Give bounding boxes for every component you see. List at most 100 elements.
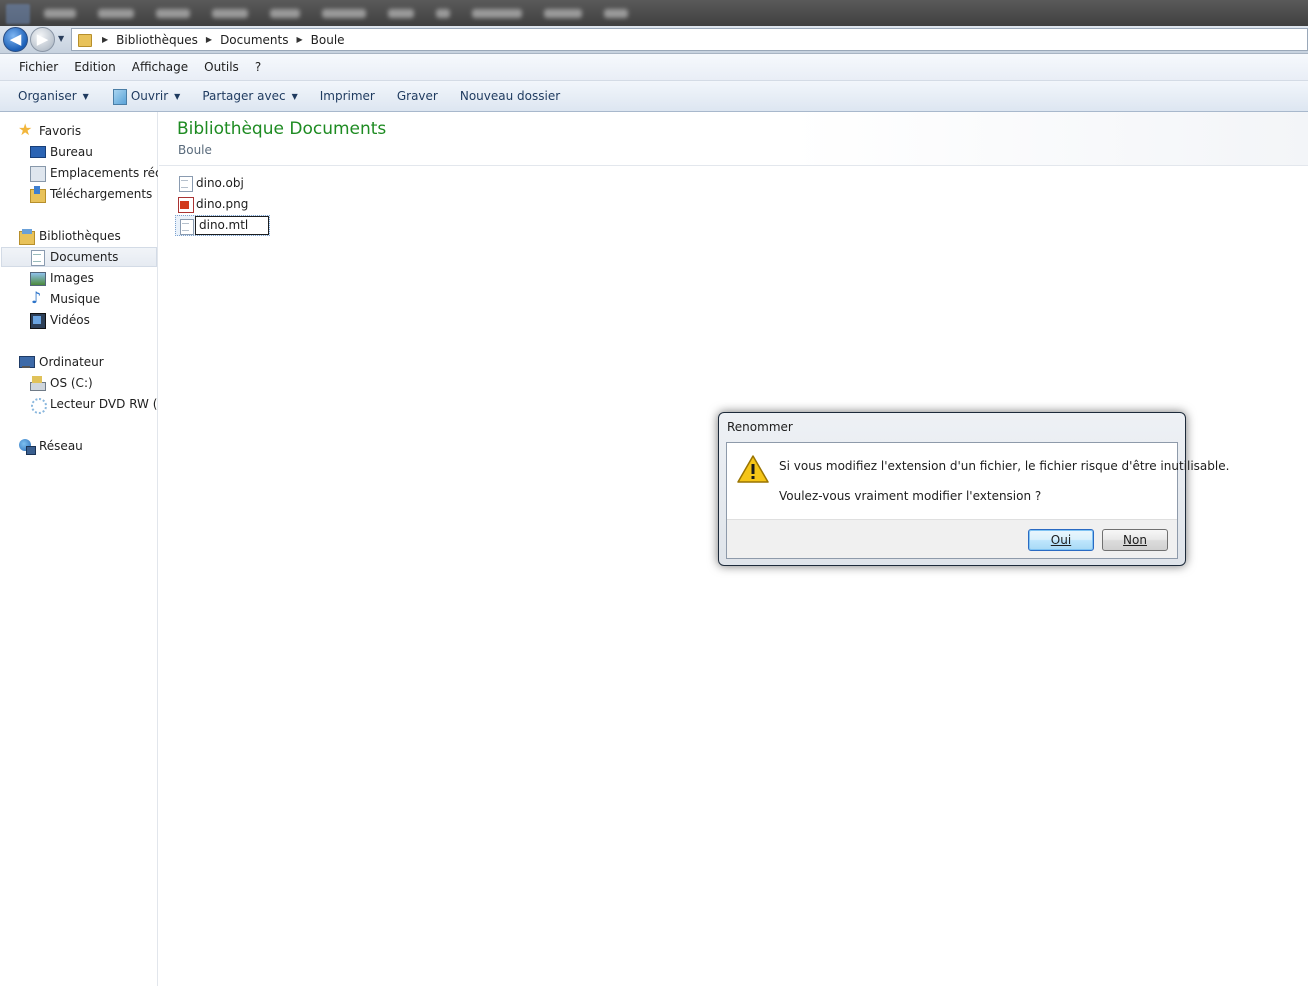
back-button[interactable]: ◀ [3,27,28,52]
sidebar-item-label: Téléchargements [50,187,153,201]
dialog-body: Si vous modifiez l'extension d'un fichie… [726,442,1229,559]
breadcrumb[interactable]: ▶ Bibliothèques ▶ Documents ▶ Boule [71,28,1308,51]
sidebar-item-label: Musique [50,292,101,306]
file-item-dino-png[interactable]: dino.png [177,194,248,214]
chevron-right-icon[interactable]: ▶ [206,35,212,44]
sidebar-item-label: Images [50,271,94,285]
dialog-message-question: Voulez-vous vraiment modifier l'extensio… [779,489,1042,503]
documents-icon [29,249,45,266]
chevron-right-icon[interactable]: ▶ [296,35,302,44]
arrow-right-icon: ▶ [36,30,49,48]
navigation-pane[interactable]: Favoris Bureau Emplacements récents Télé… [0,112,158,986]
sidebar-item-desktop[interactable]: Bureau [29,142,93,162]
sidebar-item-label: Vidéos [50,313,90,327]
sidebar-item-recent-places[interactable]: Emplacements récents [29,163,158,183]
menu-edit[interactable]: Edition [66,60,124,74]
sidebar-item-drive-c[interactable]: OS (C:) [29,373,93,393]
new-folder-button[interactable]: Nouveau dossier [452,89,568,103]
background-app-menu [44,9,628,18]
menu-help[interactable]: ? [247,60,269,74]
sidebar-item-documents[interactable]: Documents [1,247,157,267]
open-icon [111,88,127,105]
image-file-icon [177,196,194,213]
breadcrumb-libraries[interactable]: Bibliothèques [116,33,198,47]
desktop-icon [29,144,46,160]
sidebar-item-downloads[interactable]: Téléchargements [29,184,152,204]
dialog-message-warning: Si vous modifiez l'extension d'un fichie… [779,459,1230,473]
dialog-footer: Oui Non [727,519,1177,558]
sidebar-item-music[interactable]: Musique [29,289,100,309]
sidebar-item-computer[interactable]: Ordinateur [18,352,104,372]
file-item-dino-mtl[interactable]: dino.mtl [175,215,270,236]
share-label: Partager avec [202,89,286,103]
sidebar-item-favorites[interactable]: Favoris [18,121,81,141]
page-subtitle: Boule [178,143,212,157]
menu-file[interactable]: Fichier [11,60,66,74]
new-folder-label: Nouveau dossier [459,89,561,103]
organize-button[interactable]: Organiser ▼ [10,89,97,103]
forward-button[interactable]: ▶ [30,27,55,52]
address-bar-row: ◀ ▶ ▼ ▶ Bibliothèques ▶ Documents ▶ Boul… [0,26,1308,54]
menu-view[interactable]: Affichage [124,60,196,74]
computer-icon [18,354,35,370]
arrow-left-icon: ◀ [9,30,22,48]
menu-tools[interactable]: Outils [196,60,247,74]
open-button[interactable]: Ouvrir ▼ [103,88,189,105]
chevron-right-icon[interactable]: ▶ [102,35,108,44]
sidebar-item-label: Réseau [39,439,83,453]
folder-icon [76,32,94,47]
hard-drive-icon [29,375,46,391]
burn-label: Graver [396,89,438,103]
sidebar-item-label: Documents [50,250,119,264]
dialog-title: Renommer [727,420,793,434]
sidebar-item-label: Bureau [50,145,93,159]
sidebar-item-label: Ordinateur [39,355,104,369]
video-icon [29,312,46,329]
file-icon [178,218,194,235]
open-label: Ouvrir [130,89,169,103]
recent-pages-dropdown[interactable]: ▼ [58,34,64,43]
file-item-dino-obj[interactable]: dino.obj [177,173,244,193]
sidebar-item-dvd-drive[interactable]: Lecteur DVD RW (E:) [29,394,158,414]
breadcrumb-documents[interactable]: Documents [220,33,288,47]
sidebar-item-label: Emplacements récents [50,166,158,180]
menu-bar: Fichier Edition Affichage Outils ? [0,54,1308,81]
file-icon [177,175,193,192]
downloads-folder-icon [29,186,46,203]
rename-input[interactable]: dino.mtl [195,216,269,235]
library-header: Bibliothèque Documents Boule [159,112,1308,166]
background-app-logo [6,4,30,24]
sidebar-item-network[interactable]: Réseau [18,436,83,456]
sidebar-item-videos[interactable]: Vidéos [29,310,90,330]
recent-places-icon [29,165,46,182]
page-title: Bibliothèque Documents [177,119,387,139]
libraries-icon [18,228,35,245]
caret-down-icon: ▼ [82,91,89,101]
caret-down-icon: ▼ [291,91,298,101]
breadcrumb-boule[interactable]: Boule [311,33,345,47]
sidebar-item-label: Favoris [39,124,82,138]
sidebar-item-label: OS (C:) [50,376,93,390]
yes-button[interactable]: Oui [1028,529,1094,551]
music-icon [29,289,45,307]
burn-button[interactable]: Graver [389,89,446,103]
file-name: dino.png [196,197,249,211]
organize-label: Organiser [18,89,77,103]
rename-dialog: Renommer Si vous modifiez l'extension d'… [718,412,1229,566]
file-name: dino.obj [196,176,244,190]
no-button-label: Non [1123,532,1147,547]
sidebar-item-label: Bibliothèques [39,229,121,243]
network-icon [18,438,36,455]
images-icon [29,270,46,286]
print-label: Imprimer [319,89,375,103]
star-icon [18,121,34,139]
yes-button-label: Oui [1050,532,1072,547]
background-app-menubar [0,0,1308,28]
sidebar-item-images[interactable]: Images [29,268,94,288]
no-button[interactable]: Non [1102,529,1168,551]
share-button[interactable]: Partager avec ▼ [194,89,305,103]
sidebar-item-libraries[interactable]: Bibliothèques [18,226,121,246]
command-bar: Organiser ▼ Ouvrir ▼ Partager avec ▼ Imp… [0,81,1308,112]
dvd-drive-icon [29,396,47,414]
print-button[interactable]: Imprimer [312,89,383,103]
